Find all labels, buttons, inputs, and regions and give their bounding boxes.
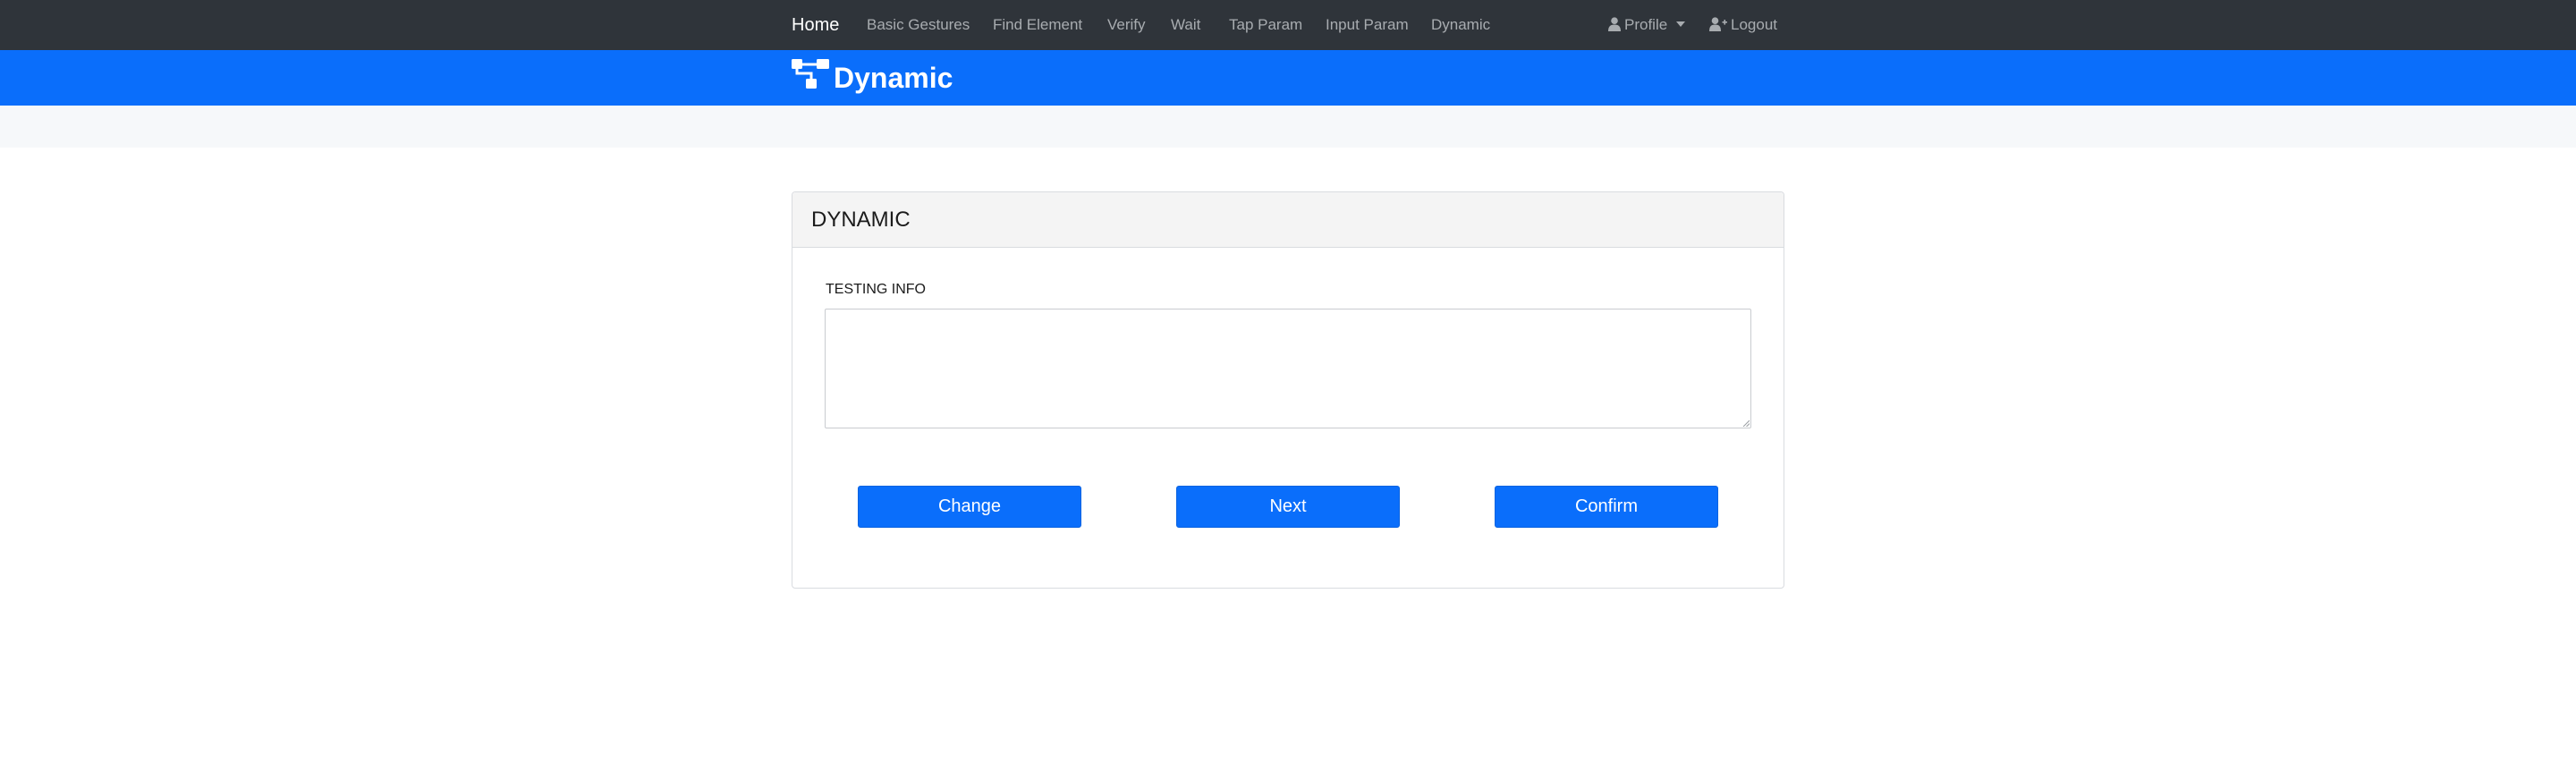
top-navbar: Home Basic Gestures Find Element Verify … xyxy=(0,0,2576,50)
nav-link-input-param[interactable]: Input Param xyxy=(1326,0,1409,50)
nav-link-wait[interactable]: Wait xyxy=(1171,0,1200,50)
card-title: DYNAMIC xyxy=(811,208,911,232)
subheader-band xyxy=(0,106,2576,148)
nav-link-tap-param[interactable]: Tap Param xyxy=(1229,0,1302,50)
profile-dropdown[interactable]: Profile xyxy=(1608,0,1686,50)
nav-link-verify[interactable]: Verify xyxy=(1107,0,1146,50)
logout-link[interactable]: Logout xyxy=(1709,0,1777,50)
nav-link-basic-gestures[interactable]: Basic Gestures xyxy=(867,0,970,50)
chevron-down-icon xyxy=(1676,21,1686,27)
page-header-banner: Dynamic xyxy=(0,50,2576,106)
confirm-button[interactable]: Confirm xyxy=(1495,486,1718,528)
page-title: Dynamic xyxy=(834,62,953,94)
change-button[interactable]: Change xyxy=(858,486,1081,528)
profile-label: Profile xyxy=(1624,16,1668,33)
user-plus-icon xyxy=(1709,16,1727,31)
user-icon xyxy=(1608,16,1621,31)
testing-info-textarea[interactable] xyxy=(825,309,1751,428)
card-header: DYNAMIC xyxy=(792,192,1784,248)
nav-home-link[interactable]: Home xyxy=(792,0,839,50)
nav-link-dynamic[interactable]: Dynamic xyxy=(1431,0,1490,50)
nav-link-find-element[interactable]: Find Element xyxy=(993,0,1082,50)
resize-grip-icon[interactable] xyxy=(1742,420,1750,427)
logout-label: Logout xyxy=(1731,16,1777,33)
next-button[interactable]: Next xyxy=(1176,486,1400,528)
testing-info-label: TESTING INFO xyxy=(826,282,926,297)
dynamic-card: DYNAMIC TESTING INFO Change Next Confirm xyxy=(792,191,1784,589)
sitemap-icon xyxy=(792,59,829,89)
